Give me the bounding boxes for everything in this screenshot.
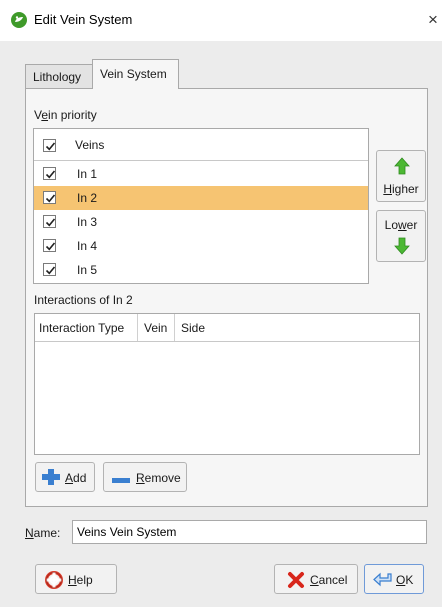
vein-row[interactable]: In 3 — [34, 210, 368, 234]
vein-row[interactable]: In 4 — [34, 234, 368, 258]
interactions-header: Interaction Type Vein Side — [35, 314, 419, 342]
vein-checkbox[interactable] — [43, 167, 56, 180]
minus-icon — [111, 474, 131, 488]
vein-checkbox[interactable] — [43, 215, 56, 228]
help-button[interactable]: Help — [35, 564, 117, 594]
higher-label: Higher — [383, 182, 419, 196]
vein-row[interactable]: In 1 — [34, 162, 368, 186]
add-label: Add — [65, 471, 87, 485]
vein-checkbox[interactable] — [43, 239, 56, 252]
ok-label: OK — [396, 573, 414, 587]
tab-vein-system[interactable]: Vein System — [92, 59, 179, 89]
lower-label: Lower — [384, 218, 418, 232]
lifebuoy-icon — [45, 571, 63, 592]
tab-label: Vein System — [100, 67, 167, 81]
tab-label: Lithology — [33, 70, 82, 84]
column-side[interactable]: Side — [181, 321, 205, 335]
name-field[interactable] — [72, 520, 427, 544]
vein-row[interactable]: In 2 — [34, 186, 368, 210]
leapfrog-icon — [11, 12, 27, 28]
arrow-up-icon — [394, 157, 410, 178]
vein-row[interactable]: In 5 — [34, 258, 368, 282]
vein-label: In 4 — [77, 239, 98, 253]
veins-column-header[interactable]: Veins — [75, 138, 104, 152]
column-interaction-type[interactable]: Interaction Type — [39, 321, 124, 335]
interactions-label: Interactions of In 2 — [34, 293, 133, 307]
cancel-label: Cancel — [310, 573, 348, 587]
column-vein[interactable]: Vein — [144, 321, 167, 335]
vein-label: In 1 — [77, 167, 98, 181]
interactions-table[interactable]: Interaction Type Vein Side — [34, 313, 420, 455]
vein-label: In 5 — [77, 263, 98, 277]
add-button[interactable]: Add — [35, 462, 95, 492]
veins-list[interactable]: Veins In 1 In 2 In 3 In 4 In 5 — [33, 128, 369, 284]
vein-priority-label: Vein priority — [34, 108, 97, 122]
tab-lithology[interactable]: Lithology — [25, 64, 93, 88]
red-x-icon — [287, 571, 305, 592]
title-bar: Edit Vein System × — [0, 0, 442, 41]
lower-button[interactable]: Lower — [376, 210, 426, 262]
column-divider[interactable] — [174, 314, 175, 341]
veins-header: Veins — [34, 129, 368, 161]
column-divider[interactable] — [137, 314, 138, 341]
vein-label: In 3 — [77, 215, 98, 229]
name-label: Name: — [25, 526, 61, 540]
select-all-checkbox[interactable] — [43, 139, 56, 152]
vein-checkbox[interactable] — [43, 191, 56, 204]
remove-label: Remove — [136, 471, 181, 485]
plus-icon — [41, 468, 61, 489]
vein-label: In 2 — [77, 191, 98, 205]
arrow-down-icon — [394, 237, 410, 258]
help-label: Help — [68, 573, 93, 587]
return-arrow-icon — [373, 572, 393, 591]
remove-button[interactable]: Remove — [103, 462, 187, 492]
cancel-button[interactable]: Cancel — [274, 564, 358, 594]
ok-button[interactable]: OK — [364, 564, 424, 594]
window-title: Edit Vein System — [34, 12, 133, 27]
vein-checkbox[interactable] — [43, 263, 56, 276]
higher-button[interactable]: Higher — [376, 150, 426, 202]
close-icon[interactable]: × — [424, 9, 442, 31]
